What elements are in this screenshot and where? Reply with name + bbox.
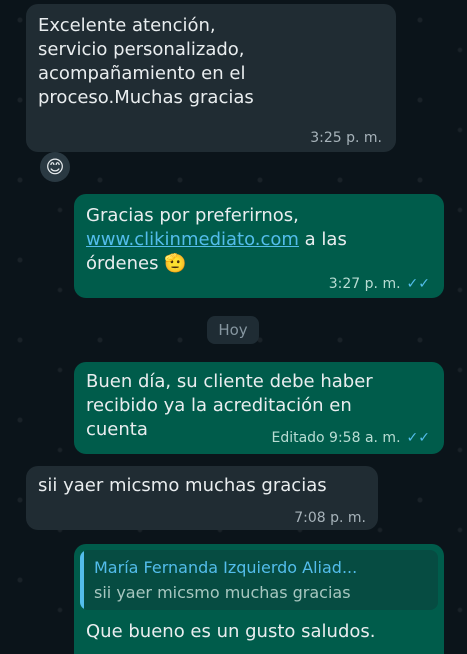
message-text: Gracias por preferirnos, www.clikinmedia…	[86, 204, 347, 276]
quote-accent-bar	[80, 550, 84, 610]
message-meta: Editado 9:58 a. m. ✓✓	[271, 430, 430, 446]
incoming-message-bubble[interactable]: Excelente atención, servicio personaliza…	[26, 4, 396, 152]
message-time: 3:25 p. m.	[310, 130, 382, 146]
message-text: Que bueno es un gusto saludos.	[86, 621, 376, 642]
message-text-start: Gracias por preferirnos,	[86, 205, 299, 226]
reaction-emoji[interactable]: 😊	[40, 152, 70, 182]
double-check-icon: ✓✓	[406, 430, 430, 446]
incoming-message-bubble[interactable]: sii yaer micsmo muchas gracias 7:08 p. m…	[26, 466, 378, 530]
quoted-text: sii yaer micsmo muchas gracias	[94, 583, 351, 602]
outgoing-reply-bubble[interactable]: María Fernanda Izquierdo Aliad... sii ya…	[74, 544, 444, 654]
website-link[interactable]: www.clikinmediato.com	[86, 229, 299, 250]
outgoing-message-bubble[interactable]: Gracias por preferirnos, www.clikinmedia…	[74, 194, 444, 298]
quoted-message[interactable]: María Fernanda Izquierdo Aliad... sii ya…	[80, 550, 438, 610]
message-time: 7:08 p. m.	[294, 510, 366, 526]
double-check-icon: ✓✓	[406, 276, 430, 292]
message-text: Excelente atención, servicio personaliza…	[38, 15, 254, 108]
day-separator: Hoy	[207, 316, 259, 344]
quoted-author: María Fernanda Izquierdo Aliad...	[94, 558, 358, 577]
message-time: 3:27 p. m.	[328, 276, 401, 292]
message-time: Editado 9:58 a. m.	[271, 430, 401, 446]
salute-emoji: 🫡	[164, 253, 187, 274]
outgoing-message-bubble[interactable]: Buen día, su cliente debe haber recibido…	[74, 362, 444, 454]
message-meta: 3:27 p. m. ✓✓	[329, 276, 430, 292]
message-text: sii yaer micsmo muchas gracias	[38, 475, 327, 496]
